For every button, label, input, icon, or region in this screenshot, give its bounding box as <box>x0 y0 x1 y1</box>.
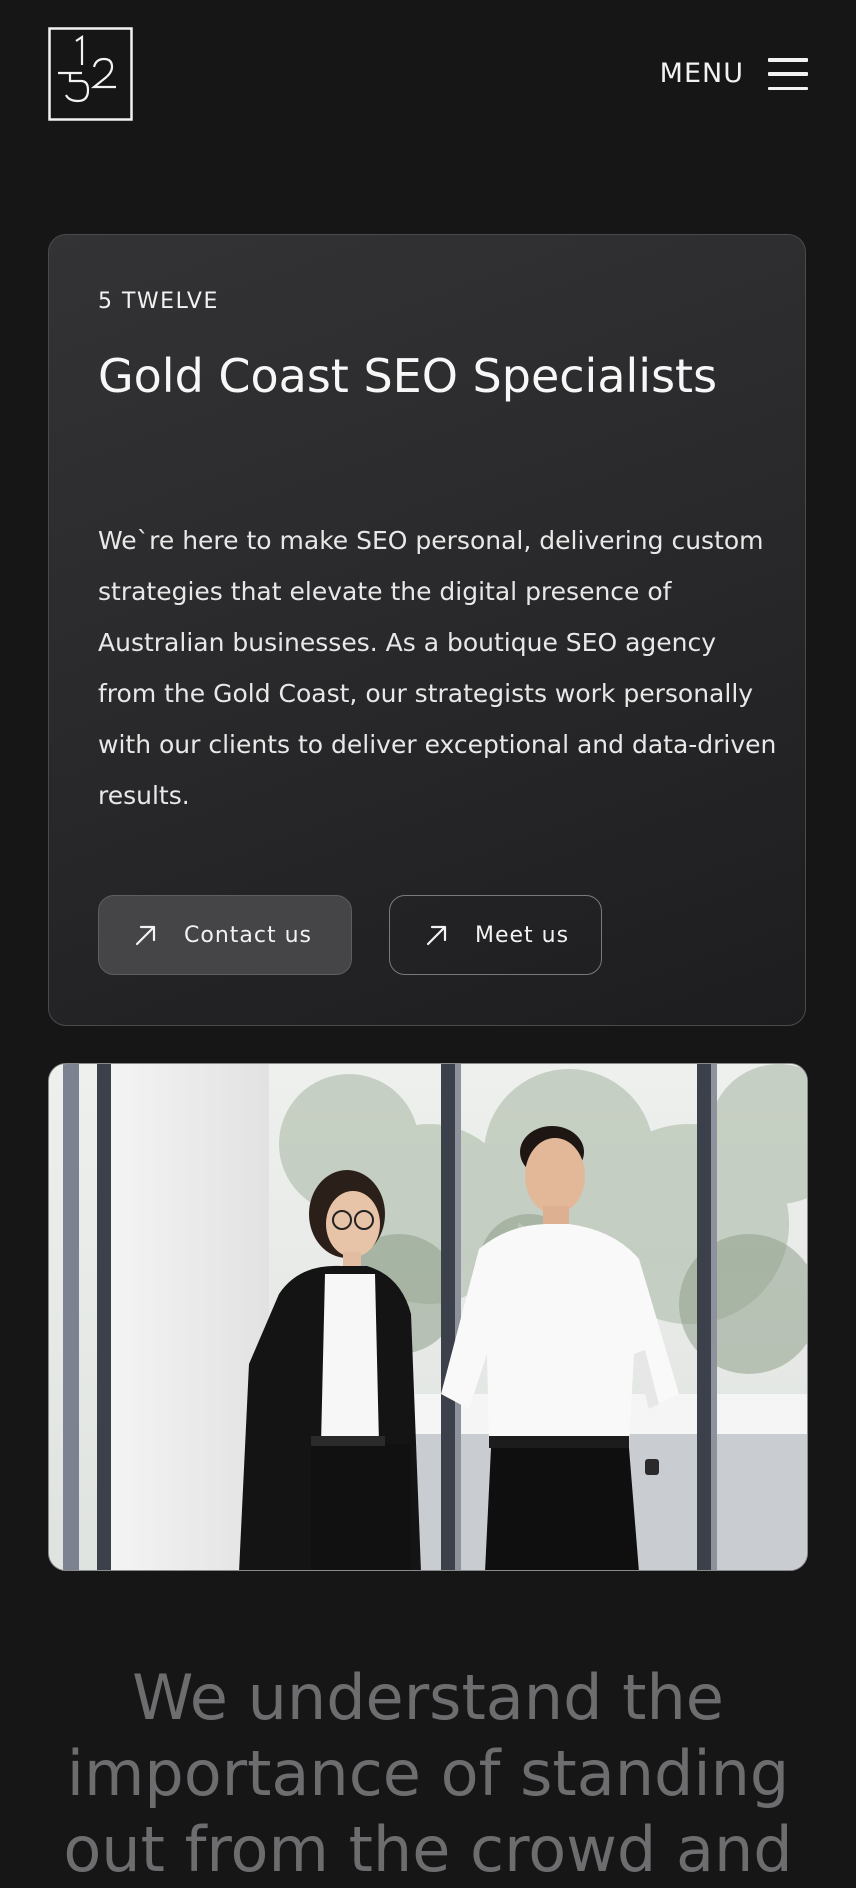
team-photo-image <box>49 1064 807 1570</box>
menu-label: MENU <box>659 58 744 89</box>
contact-us-button[interactable]: Contact us <box>98 895 352 975</box>
hero-card: 5 TWELVE Gold Coast SEO Specialists We`r… <box>48 234 806 1026</box>
team-photo <box>48 1063 808 1571</box>
arrow-up-right-icon <box>135 925 156 946</box>
menu-button[interactable]: MENU <box>660 52 808 96</box>
hero-title: Gold Coast SEO Specialists <box>98 349 718 403</box>
meet-us-label: Meet us <box>475 922 570 948</box>
hamburger-icon[interactable] <box>768 58 808 90</box>
hero-eyebrow: 5 TWELVE <box>98 289 219 314</box>
contact-us-label: Contact us <box>184 922 312 948</box>
logo[interactable] <box>48 27 133 121</box>
meet-us-button[interactable]: Meet us <box>389 895 602 975</box>
tagline: We understand the importance of standing… <box>63 1661 793 1886</box>
logo-mark <box>48 27 133 121</box>
hero-description: We`re here to make SEO personal, deliver… <box>98 526 777 810</box>
arrow-up-right-icon <box>426 925 447 946</box>
